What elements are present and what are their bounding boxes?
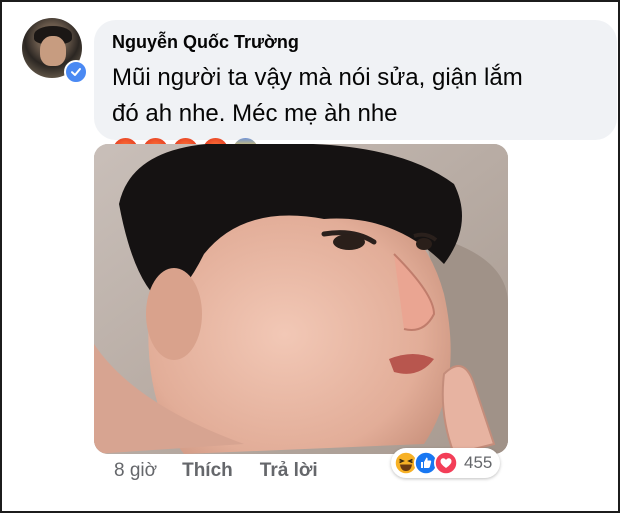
author-avatar[interactable] — [22, 18, 88, 84]
photo-image — [94, 144, 508, 454]
avatar-face — [40, 36, 66, 66]
comment-text: Mũi người ta vậy mà nói sửa, giận lắm đó… — [112, 64, 523, 127]
comment-actions: 8 giờ Thích Trả lời — [114, 460, 345, 482]
comment-bubble: Nguyễn Quốc Trường Mũi người ta vậy mà n… — [94, 20, 617, 164]
comment-timestamp[interactable]: 8 giờ — [114, 460, 157, 482]
verified-badge-icon — [64, 60, 88, 84]
comment-author-name[interactable]: Nguyễn Quốc Trường — [112, 32, 299, 53]
love-reaction-icon — [434, 451, 458, 475]
comment-card: Nguyễn Quốc Trường Mũi người ta vậy mà n… — [0, 0, 620, 513]
reactions-summary[interactable]: 455 — [391, 448, 501, 478]
comment-photo[interactable] — [94, 144, 508, 454]
reaction-count: 455 — [464, 453, 493, 472]
reply-button[interactable]: Trả lời — [260, 460, 318, 482]
like-button[interactable]: Thích — [182, 460, 233, 482]
